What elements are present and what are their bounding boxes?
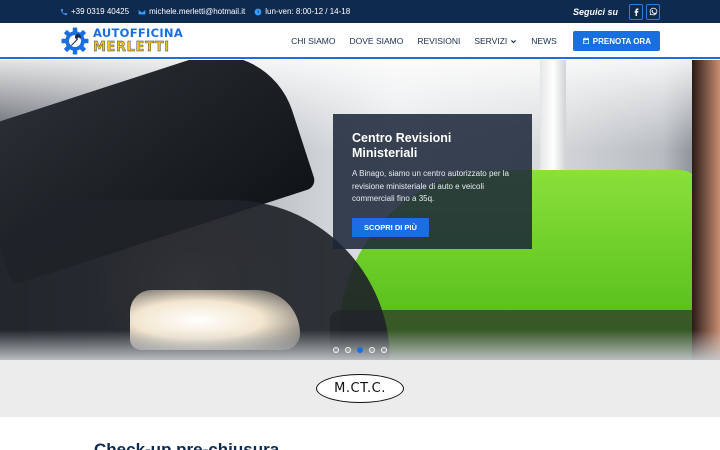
hero-caption: Centro Revisioni Ministeriali A Binago, …	[333, 114, 532, 249]
facebook-button[interactable]	[629, 3, 643, 20]
slider-dots	[333, 347, 393, 353]
email-contact[interactable]: michele.merletti@hotmail.it	[138, 7, 245, 16]
follow-label: Seguici su	[572, 6, 618, 17]
main-nav: CHI SIAMO DOVE SIAMO REVISIONI SERVIZI N…	[277, 23, 660, 59]
slider-dot-2[interactable]	[345, 347, 351, 353]
calendar-icon	[582, 37, 589, 44]
logo-line-2: MERLETTI	[93, 39, 170, 55]
opening-hours: lun-ven: 8:00-12 / 14-18	[265, 7, 351, 16]
facebook-icon	[634, 8, 638, 16]
nav-news[interactable]: NEWS	[531, 36, 557, 46]
whatsapp-icon	[649, 7, 657, 16]
logo-line-1: AUTOFFICINA	[93, 26, 184, 41]
phone-contact[interactable]: +39 0319 40425	[60, 7, 129, 16]
nav-servizi[interactable]: SERVIZI	[474, 36, 517, 46]
book-now-button[interactable]: PRENOTA ORA	[572, 31, 660, 51]
nav-dove-siamo[interactable]: DOVE SIAMO	[350, 36, 404, 46]
slider-dot-1[interactable]	[333, 347, 339, 353]
discover-more-button[interactable]: SCOPRI DI PIÙ	[352, 217, 429, 237]
nav-servizi-label: SERVIZI	[474, 36, 508, 46]
mctc-logo: M.CT.C.	[316, 374, 404, 403]
nav-revisioni[interactable]: REVISIONI	[417, 36, 460, 46]
hero-right-car	[692, 60, 720, 360]
whatsapp-button[interactable]	[646, 3, 660, 20]
phone-icon	[61, 8, 67, 15]
hero-floor	[0, 330, 720, 360]
hours-info: lun-ven: 8:00-12 / 14-18	[254, 7, 350, 16]
slider-dot-5[interactable]	[381, 347, 387, 353]
hero-title: Centro Revisioni Ministeriali	[352, 131, 452, 160]
slider-dot-4[interactable]	[369, 347, 375, 353]
envelope-icon	[138, 9, 146, 14]
clock-icon	[254, 8, 262, 15]
section-title: Check-up pre-chiusura	[94, 440, 280, 450]
contact-info: +39 0319 40425 michele.merletti@hotmail.…	[60, 0, 359, 23]
social-links: Seguici su	[573, 0, 660, 23]
slider-dot-3[interactable]	[357, 347, 363, 353]
chevron-down-icon	[511, 39, 517, 43]
site-header: AUTOFFICINA MERLETTI CHI SIAMO DOVE SIAM…	[0, 23, 720, 59]
book-now-label: PRENOTA ORA	[592, 36, 651, 46]
phone-number: +39 0319 40425	[71, 7, 130, 16]
gear-wrench-icon	[61, 27, 89, 55]
nav-chi-siamo[interactable]: CHI SIAMO	[291, 36, 335, 46]
hero-text: A Binago, siamo un centro autorizzato pe…	[352, 169, 509, 203]
site-logo[interactable]: AUTOFFICINA MERLETTI	[60, 26, 183, 56]
email-address: michele.merletti@hotmail.it	[149, 7, 246, 16]
top-bar: +39 0319 40425 michele.merletti@hotmail.…	[0, 0, 720, 23]
